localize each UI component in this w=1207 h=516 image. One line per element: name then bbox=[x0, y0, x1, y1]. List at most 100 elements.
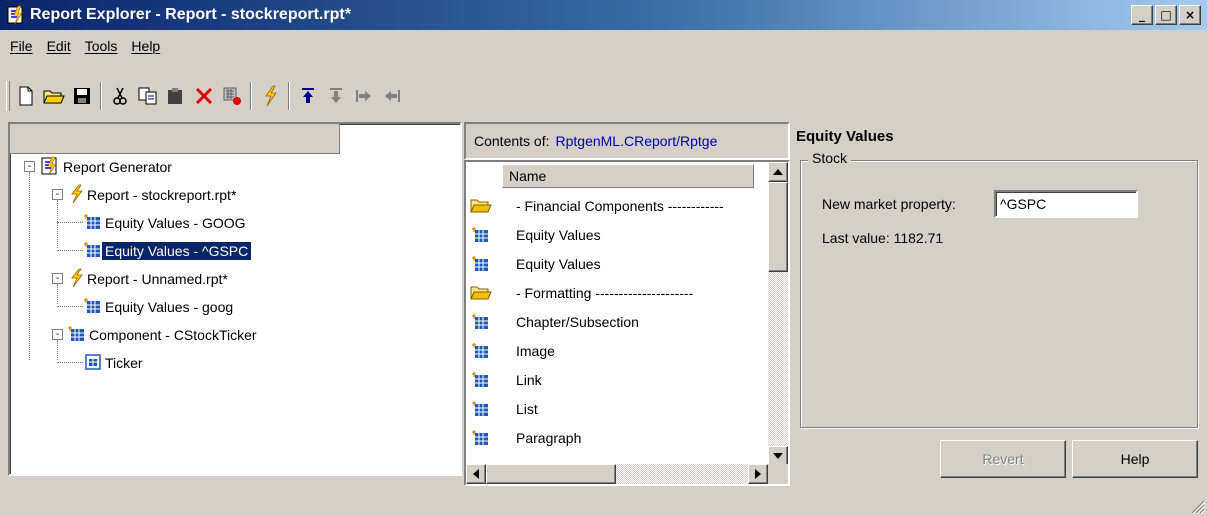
scroll-right-arrow-icon[interactable] bbox=[748, 464, 768, 484]
list-item[interactable]: Link bbox=[470, 366, 542, 394]
component-icon bbox=[84, 213, 102, 234]
tree-node-report-unnamed[interactable]: Report - Unnamed.rpt* bbox=[68, 267, 231, 291]
open-folder-icon bbox=[470, 282, 492, 304]
menu-tools[interactable]: Tools bbox=[85, 38, 118, 54]
report-explorer-app-icon bbox=[6, 5, 26, 25]
maximize-button[interactable]: □ bbox=[1155, 5, 1177, 25]
horizontal-scrollbar[interactable] bbox=[466, 464, 768, 484]
vertical-scrollbar[interactable] bbox=[768, 162, 788, 466]
list-item-label: Link bbox=[516, 372, 542, 388]
last-value-text: Last value: 1182.71 bbox=[822, 230, 944, 246]
list-item[interactable]: Image bbox=[470, 337, 555, 365]
list-item-label: Chapter/Subsection bbox=[516, 314, 639, 330]
menu-bar: File Edit Tools Help bbox=[10, 38, 160, 54]
list-item[interactable]: - Financial Components ------------ bbox=[470, 192, 724, 220]
window-title: Report Explorer - Report - stockreport.r… bbox=[30, 6, 351, 23]
lightning-icon bbox=[68, 184, 84, 207]
paste-icon[interactable] bbox=[162, 82, 190, 110]
list-item-label: - Formatting --------------------- bbox=[516, 285, 694, 301]
move-down-icon[interactable] bbox=[322, 82, 350, 110]
new-icon[interactable] bbox=[12, 82, 40, 110]
ticker-icon bbox=[84, 353, 102, 374]
close-button[interactable]: × bbox=[1179, 5, 1201, 25]
save-icon[interactable] bbox=[68, 82, 96, 110]
tree-node-report-generator[interactable]: Report Generator bbox=[40, 155, 175, 179]
tree-node-equity-values-goog[interactable]: Equity Values - GOOG bbox=[84, 211, 249, 235]
promote-icon[interactable] bbox=[378, 82, 406, 110]
tree-collapse-toggle[interactable]: - bbox=[52, 189, 63, 200]
tree-node-equity-values-goog-lower[interactable]: Equity Values - goog bbox=[84, 295, 236, 319]
toolbar-separator bbox=[250, 82, 252, 110]
tree-header bbox=[10, 124, 340, 154]
component-icon bbox=[470, 369, 492, 391]
delete-icon[interactable] bbox=[190, 82, 218, 110]
properties-title: Equity Values bbox=[796, 128, 894, 145]
contents-path-link[interactable]: RptgenML.CReport/Rptge bbox=[556, 133, 718, 149]
tree-node-component-cstockticker[interactable]: Component - CStockTicker bbox=[68, 323, 260, 347]
report-generator-icon bbox=[40, 156, 60, 179]
component-list[interactable]: Name - Financial Components ------------… bbox=[464, 160, 790, 486]
help-button[interactable]: Help bbox=[1072, 440, 1198, 478]
tree-node-label: Report - stockreport.rpt* bbox=[87, 187, 237, 203]
report-tree[interactable]: - - - - Report Generator Report - stockr… bbox=[8, 122, 462, 476]
tree-node-ticker[interactable]: Ticker bbox=[84, 351, 146, 375]
list-item[interactable]: Equity Values bbox=[470, 250, 601, 278]
menu-help[interactable]: Help bbox=[131, 38, 160, 54]
component-icon bbox=[470, 253, 492, 275]
scrollbar-corner bbox=[768, 464, 788, 484]
disable-component-icon[interactable] bbox=[218, 82, 246, 110]
tree-connector bbox=[29, 172, 30, 360]
cut-icon[interactable] bbox=[106, 82, 134, 110]
component-icon bbox=[470, 398, 492, 420]
tree-connector bbox=[57, 284, 58, 304]
tree-connector bbox=[57, 250, 83, 251]
tree-node-label: Report - Unnamed.rpt* bbox=[87, 271, 228, 287]
market-property-input[interactable] bbox=[994, 190, 1138, 218]
scrollbar-thumb[interactable] bbox=[486, 464, 616, 484]
list-item[interactable]: Equity Values bbox=[470, 221, 601, 249]
component-icon bbox=[470, 224, 492, 246]
generate-report-icon[interactable] bbox=[256, 82, 284, 110]
list-item-label: List bbox=[516, 401, 538, 417]
move-up-icon[interactable] bbox=[294, 82, 322, 110]
list-item[interactable]: - Formatting --------------------- bbox=[470, 279, 693, 307]
list-item[interactable]: Paragraph bbox=[470, 424, 581, 452]
list-item-label: Equity Values bbox=[516, 256, 601, 272]
scroll-up-arrow-icon[interactable] bbox=[768, 162, 788, 182]
revert-button[interactable]: Revert bbox=[940, 440, 1066, 478]
list-item-label: Paragraph bbox=[516, 430, 582, 446]
tree-node-label: Equity Values - ^GSPC bbox=[100, 241, 253, 261]
tree-collapse-toggle[interactable]: - bbox=[52, 329, 63, 340]
tree-node-label: Report Generator bbox=[63, 159, 172, 175]
toolbar-grip[interactable] bbox=[6, 81, 10, 111]
list-item-label: - Financial Components ------------ bbox=[516, 198, 724, 214]
tree-collapse-toggle[interactable]: - bbox=[52, 273, 63, 284]
menu-edit[interactable]: Edit bbox=[47, 38, 71, 54]
list-item-label: Image bbox=[516, 343, 555, 359]
list-item[interactable]: List bbox=[470, 395, 538, 423]
component-icon bbox=[68, 325, 86, 346]
scrollbar-thumb[interactable] bbox=[768, 182, 788, 272]
tree-collapse-toggle[interactable]: - bbox=[24, 161, 35, 172]
market-property-label: New market property: bbox=[822, 196, 956, 212]
list-item-label: Equity Values bbox=[516, 227, 601, 243]
minimize-button[interactable]: _ bbox=[1131, 5, 1153, 25]
scroll-left-arrow-icon[interactable] bbox=[466, 464, 486, 484]
open-folder-icon bbox=[470, 195, 492, 217]
tree-connector bbox=[57, 200, 58, 248]
title-bar[interactable]: Report Explorer - Report - stockreport.r… bbox=[0, 0, 1207, 30]
tree-node-report-stockreport[interactable]: Report - stockreport.rpt* bbox=[68, 183, 239, 207]
tree-node-equity-values-gspc[interactable]: Equity Values - ^GSPC bbox=[84, 239, 253, 263]
demote-icon[interactable] bbox=[350, 82, 378, 110]
list-item[interactable]: Chapter/Subsection bbox=[470, 308, 639, 336]
open-folder-icon[interactable] bbox=[40, 82, 68, 110]
stock-group-label: Stock bbox=[808, 150, 852, 166]
toolbar bbox=[6, 78, 406, 114]
copy-icon[interactable] bbox=[134, 82, 162, 110]
column-header-name[interactable]: Name bbox=[502, 164, 754, 188]
resize-grip-icon[interactable] bbox=[1189, 498, 1206, 515]
component-icon bbox=[470, 311, 492, 333]
scroll-down-arrow-icon[interactable] bbox=[768, 446, 788, 466]
menu-file[interactable]: File bbox=[10, 38, 33, 54]
component-icon bbox=[84, 297, 102, 318]
